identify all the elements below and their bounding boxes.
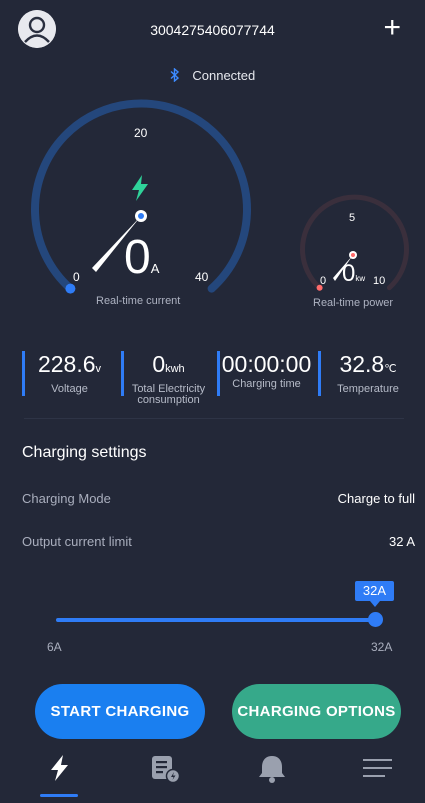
voltage-label: Voltage: [51, 383, 88, 395]
current-readout: 0A: [124, 234, 159, 282]
current-scale-mid: 20: [134, 126, 148, 140]
charging-mode-value[interactable]: Charge to full: [338, 491, 415, 506]
current-limit-slider-track[interactable]: [56, 618, 374, 622]
current-gauge-start-dot: [65, 283, 76, 294]
current-unit: A: [150, 261, 160, 276]
start-charging-button[interactable]: START CHARGING: [35, 684, 205, 739]
power-scale-max: 10: [373, 275, 386, 287]
current-scale-max: 40: [195, 270, 209, 284]
voltage-unit: v: [95, 363, 102, 375]
current-limit-slider-thumb[interactable]: [368, 612, 383, 627]
current-scale-min: 0: [73, 270, 80, 284]
slider-value-tooltip: 32A: [355, 581, 394, 607]
current-value: 0: [124, 231, 151, 284]
power-gauge-caption: Real-time power: [313, 297, 394, 309]
power-scale-mid: 5: [349, 212, 356, 224]
stat-charging-time: 00:00:00 Charging time: [217, 351, 316, 396]
power-readout: 0kw: [342, 262, 365, 286]
stat-total-consumption: 0kwh Total Electricity consumption: [121, 351, 216, 406]
charging-nav-icon[interactable]: [40, 752, 80, 784]
power-value: 0: [342, 260, 356, 287]
lightning-bolt-icon: [129, 174, 151, 207]
charging-options-button[interactable]: CHARGING OPTIONS: [232, 684, 401, 739]
power-unit: kw: [355, 274, 366, 283]
stat-temperature: 32.8℃ Temperature: [318, 351, 418, 396]
stat-voltage: 228.6v Voltage: [22, 351, 117, 396]
current-gauge-caption: Real-time current: [96, 295, 181, 307]
charging-time-value: 00:00:00: [221, 351, 312, 377]
voltage-value: 228.6: [37, 351, 96, 377]
divider: [24, 418, 404, 419]
slider-min-label: 6A: [47, 640, 62, 654]
charging-settings-title: Charging settings: [22, 444, 147, 461]
charging-mode-label: Charging Mode: [22, 491, 111, 506]
temperature-unit: ℃: [384, 363, 397, 375]
active-tab-indicator: [40, 794, 78, 797]
menu-nav-icon[interactable]: [358, 752, 398, 784]
output-current-limit-label: Output current limit: [22, 534, 132, 549]
consumption-value: 0: [152, 351, 166, 377]
alarm-nav-icon[interactable]: [252, 752, 292, 784]
charging-time-label: Charging time: [232, 378, 301, 390]
output-current-limit-value: 32 A: [388, 534, 415, 549]
slider-max-label: 32A: [371, 640, 393, 654]
power-scale-min: 0: [320, 275, 327, 287]
consumption-unit: kwh: [165, 363, 185, 375]
consumption-label: Total Electricity consumption: [131, 383, 206, 406]
temperature-label: Temperature: [337, 383, 399, 395]
records-nav-icon[interactable]: [147, 752, 187, 784]
temperature-value: 32.8: [339, 351, 385, 377]
